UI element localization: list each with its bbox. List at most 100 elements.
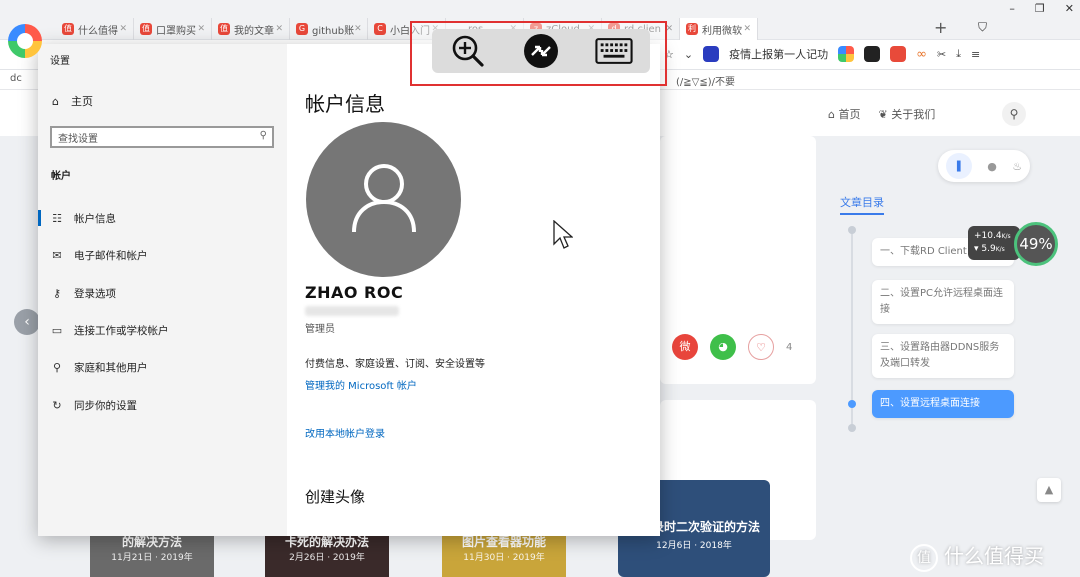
nav-item-email[interactable]: ✉ 电子邮件和帐户 [38,240,287,270]
tab-label: github账 [312,25,355,37]
browser-tab[interactable]: 利利用微软 ✕ [680,18,758,40]
nav-item-label: 家庭和其他用户 [74,361,148,374]
search-icon[interactable]: ⚲ [1002,102,1026,126]
download-icon[interactable]: ⤓ [956,47,961,61]
tab-close-icon[interactable]: ✕ [354,24,362,34]
toc-title: 文章目录 [840,194,884,215]
weibo-icon[interactable]: 微 [672,334,698,360]
bookmark-item[interactable]: (/≧▽≦)/不要 [676,73,735,88]
article-thumb[interactable]: 卡死的解决办法 2月26日 · 2019年 [265,534,389,577]
key-icon: ⚷ [52,286,62,300]
bookmark-icon[interactable]: ❚ [945,153,972,179]
new-tab-button[interactable]: + [934,18,947,37]
browser-tab[interactable]: 值我的文章 ✕ [212,18,290,40]
nav-about[interactable]: ❦ 关于我们 [878,106,935,122]
scissors-icon[interactable]: ✂ [937,48,946,61]
window-controls: – ❐ ✕ [1009,2,1074,15]
heart-icon[interactable]: ♡ [748,334,774,360]
thumb-date: 12月6日 · 2018年 [656,541,732,551]
toc-item-active[interactable]: 四、设置远程桌面连接 [872,390,1014,418]
network-speed-widget: +10.4K/s ▾ 5.9K/s 49% [968,222,1060,266]
home-link[interactable]: ⌂ 主页 [52,93,93,109]
sidebar-tabs: ❚ ● ♨ [938,150,1030,182]
article-thumb[interactable]: 的解决方法 11月21日 · 2019年 [90,534,214,577]
browser-tab[interactable]: 值什么值得 ✕ [56,18,134,40]
toc-item[interactable]: 三、设置路由器DDNS服务及端口转发 [872,334,1014,378]
keyboard-button[interactable] [595,32,633,70]
minimize-icon[interactable]: – [1009,2,1015,15]
avatar-section-title: 创建头像 [305,488,366,506]
search-input[interactable]: 查找设置 ⚲ [50,126,274,148]
search-icon: ⚲ [259,130,267,141]
article-thumb[interactable]: 图片查看器功能 11月30日 · 2019年 [442,534,566,577]
thumb-date: 11月21日 · 2019年 [111,553,193,563]
download-speed: 5.9 [981,244,996,254]
toc-dot [848,400,856,408]
shirt-icon[interactable]: ⛉ [978,20,987,35]
nav-item-label: 连接工作或学校帐户 [74,324,169,337]
news-ticker[interactable]: 疫情上报第一人记功 [729,46,828,62]
fire-icon[interactable]: ♨ [1012,160,1022,173]
nav-item-label: 电子邮件和帐户 [74,249,148,262]
local-account-link[interactable]: 改用本地帐户登录 [305,425,385,440]
window-title: 设置 [50,56,70,67]
nav-item-work[interactable]: ▭ 连接工作或学校帐户 [38,315,287,345]
user-name: ZHAO ROC [305,283,404,302]
nav-item-account-info[interactable]: ☷ 帐户信息 [38,203,287,233]
extension-icon[interactable] [864,46,881,62]
carousel-prev-button[interactable]: ‹ [14,309,40,335]
nav-home[interactable]: ⌂ 首页 [828,106,860,122]
nav-item-label: 帐户信息 [74,212,116,225]
tab-close-icon[interactable]: ✕ [743,24,751,34]
nav-item-signin[interactable]: ⚷ 登录选项 [38,278,287,308]
article-sidebar: ❚ ● ♨ 文章目录 一、下载RD Client 二、设置PC允许远程桌面连接 … [818,136,1072,577]
search-placeholder: 查找设置 [58,134,98,145]
nav-item-family[interactable]: ⚲ 家庭和其他用户 [38,352,287,382]
toc-item[interactable]: 二、设置PC允许远程桌面连接 [872,280,1014,324]
infinity-icon[interactable]: ∞ [916,47,927,62]
nav-about-label: 关于我们 [891,108,936,121]
tab-favicon-icon: C [374,23,386,35]
zoom-in-button[interactable] [449,32,487,70]
browser-tab[interactable]: 值口罩购买 ✕ [134,18,212,40]
user-icon[interactable]: ● [987,160,997,173]
menu-icon[interactable]: ≡ [971,48,980,61]
site-nav: ⌂ 首页 ❦ 关于我们 [828,106,935,122]
toc-dot [848,226,856,234]
tab-close-icon[interactable]: ✕ [197,24,205,34]
keyboard-icon [595,38,633,64]
share-row: 微 ◕ ♡ 4 [672,334,792,360]
nav-item-label: 登录选项 [74,287,116,300]
remote-desktop-button[interactable] [522,32,560,70]
browser-logo-icon[interactable] [8,24,42,58]
tab-favicon-icon: 值 [140,23,152,35]
restore-icon[interactable]: ❐ [1035,2,1045,15]
person-add-icon: ⚲ [52,360,62,374]
wechat-icon[interactable]: ◕ [710,334,736,360]
toc-dot [848,424,856,432]
chevron-down-icon[interactable]: ⌄ [684,48,693,61]
browser-tab[interactable]: Ggithub账 ✕ [290,18,368,40]
nav-item-sync[interactable]: ↻ 同步你的设置 [38,390,287,420]
tab-label: 口罩购买 [156,25,196,37]
manage-account-link[interactable]: 管理我的 Microsoft 帐户 [305,377,417,392]
tab-close-icon[interactable]: ✕ [275,24,283,34]
section-title: 帐户 [51,171,71,182]
extension-icon[interactable] [890,46,907,62]
billing-text: 付费信息、家庭设置、订阅、安全设置等 [305,359,485,370]
thumb-title: 卡死的解决办法 [284,535,369,549]
close-icon[interactable]: ✕ [1065,2,1074,15]
upload-speed: +10.4 [974,231,1002,241]
thumb-date: 2月26日 · 2019年 [289,553,365,563]
apps-icon[interactable] [838,46,855,62]
toolbar-buttons [432,29,650,73]
leaf-icon: ❦ [878,108,888,121]
user-icon[interactable]: ▲ [1037,478,1061,502]
tab-close-icon[interactable]: ✕ [119,24,127,34]
tab-label: 利用微软 [702,25,742,37]
settings-content-pane: 帐户信息 ZHAO ROC 管理员 付费信息、家庭设置、订阅、安全设置等 管理我… [287,44,660,536]
bookmark-item[interactable]: dc [10,73,22,84]
settings-nav-pane: 设置 ⌂ 主页 查找设置 ⚲ 帐户 ☷ 帐户信息 ✉ 电子邮件和帐户 ⚷ 登录选… [38,44,287,536]
home-label: 主页 [70,95,93,108]
thumb-date: 11月30日 · 2019年 [463,553,545,563]
